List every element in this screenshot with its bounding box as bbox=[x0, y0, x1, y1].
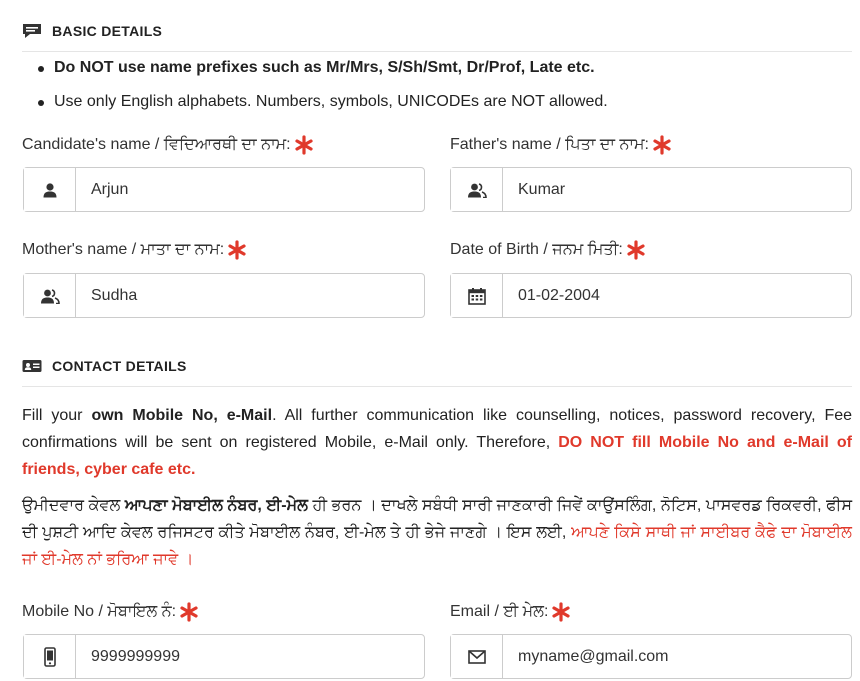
required-star-icon bbox=[294, 135, 314, 155]
notice-emphasis: own Mobile No, e-Mail bbox=[91, 407, 273, 424]
mobile-input[interactable] bbox=[76, 635, 424, 678]
mobile-phone-icon bbox=[24, 635, 76, 678]
dob-label: Date of Birth / ਜਨਮ ਮਿਤੀ: bbox=[450, 240, 646, 260]
candidate-name-label-text: Candidate's name / ਵਿਦਿਆਰਥੀ ਦਾ ਨਾਮ: bbox=[22, 136, 291, 153]
required-star-icon bbox=[227, 240, 247, 260]
required-star-icon bbox=[626, 240, 646, 260]
email-input[interactable] bbox=[503, 635, 851, 678]
envelope-icon bbox=[451, 635, 503, 678]
notice-text: Fill your bbox=[22, 407, 92, 424]
candidate-name-input[interactable] bbox=[76, 168, 424, 211]
email-label: Email / ਈ ਮੇਲ: bbox=[450, 602, 571, 622]
email-label-text: Email / ਈ ਮੇਲ: bbox=[450, 603, 549, 620]
mobile-label-text: Mobile No / ਮੋਬਾਇਲ ਨੰ: bbox=[22, 603, 177, 620]
father-name-label: Father's name / ਪਿਤਾ ਦਾ ਨਾਮ: bbox=[450, 135, 672, 155]
id-card-icon bbox=[22, 358, 42, 374]
contact-notice-punjabi: ਉਮੀਦਵਾਰ ਕੇਵਲ ਆਪਣਾ ਮੋਬਾਈਲ ਨੰਬਰ, ਈ-ਮੇਲ ਹੀ … bbox=[22, 492, 852, 573]
mother-name-label-text: Mother's name / ਮਾਤਾ ਦਾ ਨਾਮ: bbox=[22, 241, 225, 258]
comment-icon bbox=[22, 23, 42, 39]
dob-label-text: Date of Birth / ਜਨਮ ਮਿਤੀ: bbox=[450, 241, 623, 258]
dob-group bbox=[450, 273, 852, 318]
required-star-icon bbox=[179, 602, 199, 622]
rule-english-only: Use only English alphabets. Numbers, sym… bbox=[22, 92, 852, 112]
mother-name-input[interactable] bbox=[76, 274, 424, 317]
father-name-label-text: Father's name / ਪਿਤਾ ਦਾ ਨਾਮ: bbox=[450, 136, 649, 153]
user-outline-icon bbox=[451, 168, 503, 211]
contact-notice-english: Fill your own Mobile No, e-Mail. All fur… bbox=[22, 402, 852, 483]
notice-emphasis: ਆਪਣਾ ਮੋਬਾਈਲ ਨੰਬਰ, ਈ-ਮੇਲ bbox=[124, 497, 308, 514]
father-name-input[interactable] bbox=[503, 168, 851, 211]
calendar-icon[interactable] bbox=[451, 274, 503, 317]
user-outline-icon bbox=[24, 274, 76, 317]
father-name-group bbox=[450, 167, 852, 212]
rule-no-prefix: Do NOT use name prefixes such as Mr/Mrs,… bbox=[22, 58, 852, 78]
basic-details-header: BASIC DETAILS bbox=[22, 22, 852, 52]
contact-details-title: CONTACT DETAILS bbox=[52, 358, 187, 374]
mobile-label: Mobile No / ਮੋਬਾਇਲ ਨੰ: bbox=[22, 602, 199, 622]
candidate-name-group bbox=[23, 167, 425, 212]
mother-name-group bbox=[23, 273, 425, 318]
email-group bbox=[450, 634, 852, 679]
required-star-icon bbox=[551, 602, 571, 622]
mobile-group bbox=[23, 634, 425, 679]
user-icon bbox=[24, 168, 76, 211]
contact-details-header: CONTACT DETAILS bbox=[22, 357, 852, 387]
name-rules-list: Do NOT use name prefixes such as Mr/Mrs,… bbox=[22, 58, 852, 112]
basic-details-title: BASIC DETAILS bbox=[52, 23, 163, 39]
mother-name-label: Mother's name / ਮਾਤਾ ਦਾ ਨਾਮ: bbox=[22, 240, 247, 260]
dob-input[interactable] bbox=[503, 274, 851, 317]
candidate-name-label: Candidate's name / ਵਿਦਿਆਰਥੀ ਦਾ ਨਾਮ: bbox=[22, 135, 314, 155]
notice-text: ਉਮੀਦਵਾਰ ਕੇਵਲ bbox=[22, 497, 125, 514]
required-star-icon bbox=[652, 135, 672, 155]
